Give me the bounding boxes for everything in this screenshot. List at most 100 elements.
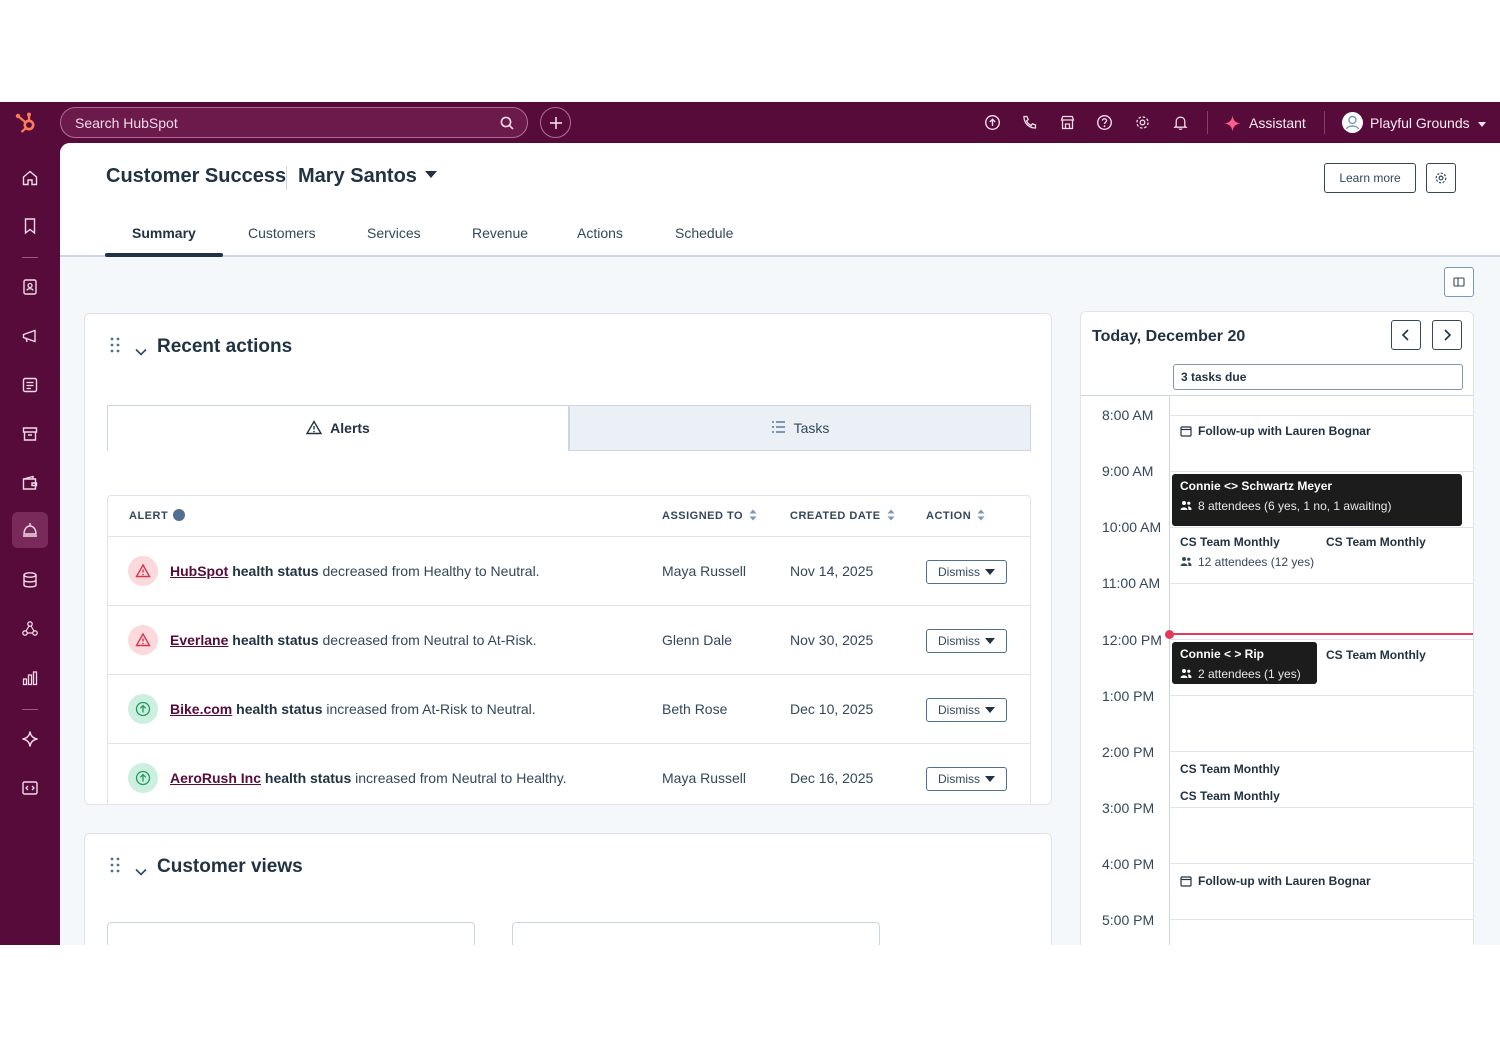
column-header-created-date[interactable]: CREATED DATE [790, 509, 895, 522]
calendar-event[interactable]: CS Team Monthly [1318, 530, 1434, 554]
calendar-event[interactable]: Follow-up with Lauren Bognar [1180, 874, 1371, 888]
created-date-cell: Dec 16, 2025 [790, 770, 874, 786]
notifications-bell-icon[interactable] [1172, 114, 1189, 131]
content-icon[interactable] [20, 375, 40, 395]
hubspot-logo-icon[interactable] [14, 111, 38, 135]
status-decrease-badge [128, 556, 158, 586]
calendar-event[interactable]: CS Team Monthly [1318, 643, 1434, 667]
card-title: Customer views [157, 856, 303, 877]
calendar-event[interactable]: CS Team Monthly 12 attendees (12 yes) [1172, 530, 1318, 580]
automation-icon[interactable] [20, 619, 40, 639]
calendar-event[interactable]: Follow-up with Lauren Bognar [1180, 424, 1371, 438]
alert-message: Bike.com health status increased from At… [170, 701, 536, 717]
tab-revenue[interactable]: Revenue [472, 225, 528, 241]
tab-schedule[interactable]: Schedule [675, 225, 733, 241]
create-new-button[interactable] [540, 107, 571, 138]
toggle-sidebar-button[interactable] [1444, 267, 1474, 297]
tab-summary[interactable]: Summary [132, 225, 196, 241]
developer-code-icon[interactable] [20, 778, 40, 798]
attendees-text: 12 attendees (12 yes) [1198, 555, 1315, 569]
account-menu[interactable]: Playful Grounds [1342, 112, 1486, 134]
customer-view-tile[interactable] [512, 922, 880, 945]
tab-alerts[interactable]: Alerts [107, 405, 569, 451]
calendar-event[interactable]: Connie < > Rip 2 attendees (1 yes) [1172, 642, 1317, 684]
created-date-cell: Nov 14, 2025 [790, 563, 874, 579]
event-title: CS Team Monthly [1180, 535, 1280, 549]
tab-services[interactable]: Services [367, 225, 421, 241]
info-icon[interactable] [173, 509, 186, 522]
calendar-event[interactable]: CS Team Monthly [1180, 762, 1280, 776]
schedule-date-title: Today, December 20 [1092, 328, 1246, 345]
company-link[interactable]: HubSpot [170, 563, 228, 579]
column-header-action[interactable]: ACTION [926, 509, 985, 522]
hour-gridline [1169, 471, 1473, 472]
status-increase-badge [128, 763, 158, 793]
upgrade-icon[interactable] [984, 114, 1001, 131]
tab-tasks[interactable]: Tasks [569, 405, 1031, 451]
top-navigation-bar: Assistant Playful Grounds [0, 102, 1500, 143]
customer-view-tile[interactable] [107, 922, 475, 945]
warning-triangle-icon [135, 563, 151, 578]
marketing-megaphone-icon[interactable] [20, 326, 40, 346]
contacts-icon[interactable] [20, 277, 40, 297]
marketplace-icon[interactable] [1059, 114, 1076, 131]
dismiss-dropdown-button[interactable]: Dismiss [926, 698, 1007, 722]
search-icon[interactable] [499, 115, 515, 131]
settings-gear-icon[interactable] [1134, 114, 1151, 131]
recent-actions-card: Recent actions Alerts Tasks ALERT ASSIGN… [84, 313, 1052, 805]
warning-triangle-icon [135, 632, 151, 647]
hour-label: 11:00 AM [1102, 575, 1161, 591]
owner-selector[interactable]: Mary Santos [298, 165, 437, 188]
dismiss-dropdown-button[interactable]: Dismiss [926, 560, 1007, 584]
card-title: Recent actions [157, 336, 293, 357]
chevron-down-icon [424, 171, 437, 179]
column-header-assigned-to[interactable]: ASSIGNED TO [662, 509, 757, 522]
hour-label: 1:00 PM [1102, 688, 1155, 704]
previous-day-button[interactable] [1391, 320, 1421, 350]
hour-gridline [1169, 919, 1473, 920]
global-search-input[interactable] [60, 107, 528, 138]
hour-gridline [1169, 807, 1473, 808]
database-icon[interactable] [20, 570, 40, 590]
dismiss-dropdown-button[interactable]: Dismiss [926, 629, 1007, 653]
column-header-label: CREATED DATE [790, 510, 881, 522]
drag-handle-icon[interactable] [109, 336, 121, 359]
learn-more-button[interactable]: Learn more [1324, 163, 1416, 193]
customer-success-icon[interactable] [20, 520, 40, 540]
company-link[interactable]: Everlane [170, 632, 228, 648]
event-attendees: 12 attendees (12 yes) [1180, 555, 1314, 569]
reporting-bar-chart-icon[interactable] [20, 668, 40, 688]
chevron-down-icon[interactable] [135, 343, 147, 361]
workspace-settings-button[interactable] [1426, 163, 1456, 193]
calendar-event[interactable]: Connie <> Schwartz Meyer 8 attendees (6 … [1172, 474, 1462, 526]
help-icon[interactable] [1096, 114, 1113, 131]
event-title: CS Team Monthly [1180, 789, 1280, 803]
calendar-event[interactable]: CS Team Monthly [1180, 789, 1280, 803]
sparkle-icon [1224, 115, 1241, 132]
company-link[interactable]: Bike.com [170, 701, 232, 717]
chevron-down-icon[interactable] [135, 863, 147, 881]
tab-customers[interactable]: Customers [248, 225, 316, 241]
dismiss-dropdown-button[interactable]: Dismiss [926, 767, 1007, 791]
task-list-icon [771, 421, 785, 433]
status-increase-badge [128, 694, 158, 724]
commerce-wallet-icon[interactable] [20, 473, 40, 493]
hour-label: 8:00 AM [1102, 407, 1154, 423]
bookmark-icon[interactable] [20, 216, 40, 236]
breeze-sparkle-icon[interactable] [20, 729, 40, 749]
next-day-button[interactable] [1432, 320, 1462, 350]
tasks-due-banner[interactable]: 3 tasks due [1173, 364, 1463, 390]
table-row: Everlane health status decreased from Ne… [108, 605, 1030, 674]
assistant-button[interactable]: Assistant [1224, 114, 1306, 132]
table-row: AeroRush Inc health status increased fro… [108, 743, 1030, 804]
attendees-icon [1180, 557, 1192, 567]
tab-actions[interactable]: Actions [577, 225, 623, 241]
inbox-icon[interactable] [20, 424, 40, 444]
company-link[interactable]: AeroRush Inc [170, 770, 261, 786]
hour-label: 10:00 AM [1102, 519, 1162, 535]
column-header-label: ALERT [129, 510, 169, 522]
drag-handle-icon[interactable] [109, 856, 121, 879]
phone-icon[interactable] [1021, 114, 1038, 131]
hour-label: 3:00 PM [1102, 800, 1155, 816]
home-icon[interactable] [20, 168, 40, 188]
